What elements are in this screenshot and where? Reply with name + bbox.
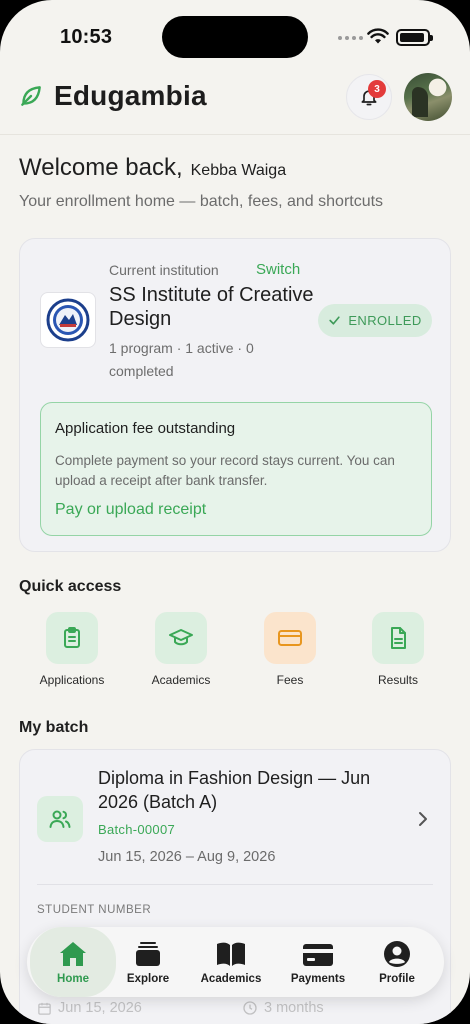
notification-badge: 3 (368, 80, 386, 98)
explore-icon (136, 941, 160, 966)
profile-icon (384, 940, 410, 967)
battery-icon (396, 29, 433, 46)
chevron-right-icon (419, 812, 427, 826)
graduation-cap-icon (169, 629, 193, 646)
notifications-button[interactable] (346, 74, 392, 120)
fee-alert: Application fee outstanding Complete pay… (40, 402, 432, 536)
status-bar: 10:53 (0, 0, 470, 70)
my-batch-title: My batch (19, 719, 89, 736)
start-date-text: Jun 15, 2026 (58, 1000, 142, 1016)
institution-stats: 1 program · 1 active · 0 completed (109, 340, 254, 379)
avatar[interactable] (404, 73, 452, 121)
users-icon (49, 810, 71, 828)
student-number-label: STUDENT NUMBER (37, 904, 152, 916)
quick-access-label: Results (377, 673, 418, 687)
batch-icon-tile (37, 796, 83, 842)
fees-tile[interactable] (264, 612, 316, 664)
institution-seal-icon (46, 298, 90, 342)
batch-divider (37, 884, 433, 885)
welcome-greeting: Welcome back, (19, 154, 183, 181)
tab-explore[interactable]: Explore (111, 927, 185, 997)
quick-access-academics[interactable]: Academics (131, 612, 231, 687)
enrolled-status-badge: ENROLLED (318, 304, 432, 337)
switch-institution-link[interactable]: Switch (256, 261, 300, 278)
app-screen: 10:53 Edugambia 3 Welcome back, Kebba Wa… (0, 0, 470, 1024)
quick-access-label: Applications (39, 673, 105, 687)
academics-tile[interactable] (155, 612, 207, 664)
welcome-subtitle: Your enrollment home — batch, fees, and … (19, 193, 384, 210)
clipboard-icon (64, 627, 80, 648)
quick-access-results[interactable]: Results (348, 612, 448, 687)
document-icon (391, 627, 406, 649)
home-icon (60, 941, 86, 966)
welcome-heading: Welcome back, Kebba Waiga (19, 154, 286, 182)
tab-label: Academics (200, 972, 262, 985)
institution-logo (40, 292, 96, 348)
batch-dates: Jun 15, 2026 – Aug 9, 2026 (98, 849, 276, 865)
enrolled-status-text: ENROLLED (348, 313, 422, 328)
quick-access-title: Quick access (19, 578, 122, 595)
quick-access-applications[interactable]: Applications (22, 612, 122, 687)
book-icon (217, 942, 245, 966)
tab-label: Home (57, 972, 89, 985)
current-institution-label: Current institution (109, 262, 219, 278)
quick-access-label: Academics (151, 673, 211, 687)
alert-title: Application fee outstanding (55, 420, 236, 437)
quick-access-fees[interactable]: Fees (240, 612, 340, 687)
quick-access-label: Fees (276, 673, 304, 687)
batch-name: Diploma in Fashion Design — Jun 2026 (Ba… (98, 768, 371, 812)
status-time: 10:53 (60, 26, 113, 48)
cellular-signal-icon (338, 36, 363, 40)
payment-card-icon (303, 943, 333, 966)
header-divider (0, 134, 470, 135)
leaf-icon (21, 86, 41, 106)
dynamic-island (162, 16, 308, 58)
institution-card: Current institution Switch SS Institute … (19, 238, 451, 552)
tab-label: Explore (126, 972, 170, 985)
batch-duration: 3 months (242, 1000, 324, 1016)
brand-logo: Edugambia (18, 80, 207, 112)
tab-academics[interactable]: Academics (191, 927, 271, 997)
batch-code: Batch-00007 (98, 822, 176, 837)
tab-label: Profile (379, 972, 415, 985)
clock-icon (243, 1001, 257, 1015)
pay-or-upload-receipt-link[interactable]: Pay or upload receipt (55, 501, 206, 519)
institution-name: SS Institute of Creative Design (109, 284, 314, 330)
tab-profile[interactable]: Profile (363, 927, 431, 997)
tab-payments[interactable]: Payments (281, 927, 355, 997)
brand-name: Edugambia (54, 80, 207, 111)
alert-body: Complete payment so your record stays cu… (55, 453, 395, 488)
tab-home[interactable]: Home (30, 927, 116, 997)
duration-text: 3 months (264, 1000, 324, 1016)
tab-label: Payments (290, 972, 346, 985)
results-tile[interactable] (372, 612, 424, 664)
card-icon (278, 630, 302, 646)
bottom-tab-bar: Home Explore Academics Payments Profile (27, 927, 444, 997)
applications-tile[interactable] (46, 612, 98, 664)
batch-start-date: Jun 15, 2026 (37, 1000, 142, 1016)
wifi-icon (367, 28, 389, 44)
user-name: Kebba Waiga (190, 162, 287, 179)
calendar-icon (38, 1002, 51, 1015)
check-icon (329, 316, 341, 325)
